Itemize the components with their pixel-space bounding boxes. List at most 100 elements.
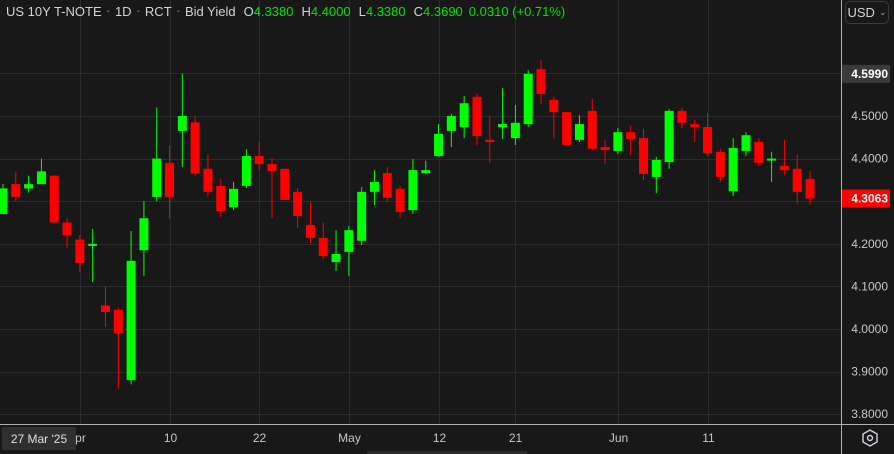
candle-body <box>24 184 34 189</box>
candle <box>241 149 251 188</box>
candle-body <box>472 96 482 137</box>
last-price-label: 4.3063 <box>851 192 888 206</box>
candle <box>36 158 46 185</box>
settings-hexagon-icon[interactable] <box>860 428 880 448</box>
price-tick-label: 4.0000 <box>851 322 888 336</box>
price-tick-label: 3.9000 <box>851 365 888 379</box>
candle <box>498 87 508 140</box>
candle-body <box>805 179 815 199</box>
candle <box>805 170 815 206</box>
candle <box>113 307 123 389</box>
candle-body <box>703 127 713 154</box>
candle <box>741 132 751 157</box>
candle-body <box>369 182 379 192</box>
price-tick-label: 3.8000 <box>851 407 888 421</box>
candle <box>88 228 98 283</box>
candle-body <box>446 116 456 131</box>
candle-body <box>395 188 405 212</box>
time-tick-label: 10 <box>164 431 178 445</box>
candle <box>165 145 175 219</box>
candle-body <box>216 185 226 211</box>
candle <box>177 73 187 168</box>
price-tick-label: 4.5000 <box>851 109 888 123</box>
candle <box>779 139 789 175</box>
candle-body <box>190 122 200 174</box>
candle <box>318 222 328 260</box>
symbol-name: US 10Y T-NOTE <box>6 4 102 19</box>
candle-body <box>229 188 239 208</box>
candle-body <box>88 243 98 246</box>
price-tick-label: 4.1000 <box>851 279 888 293</box>
candle-body <box>715 151 725 177</box>
candle <box>344 225 354 277</box>
open-label: O <box>243 4 254 19</box>
candle <box>75 235 85 272</box>
time-tick-label: May <box>338 431 361 445</box>
candle <box>395 185 405 218</box>
candle-body <box>49 175 59 223</box>
high-label: H <box>301 4 311 19</box>
candle <box>651 156 661 194</box>
candle <box>280 168 290 200</box>
candle <box>100 286 110 327</box>
candle <box>792 155 802 205</box>
candle-body <box>203 168 213 192</box>
candle-body <box>536 69 546 94</box>
candle <box>190 116 200 176</box>
candle-body <box>331 254 341 263</box>
candle-body <box>152 158 162 197</box>
candlestick-chart[interactable]: 4.5000 4.4000 4.2000 4.1000 4.0000 3.9000 3.80… <box>0 0 894 454</box>
candle-body <box>600 147 610 151</box>
price-tick-label: 4.2000 <box>851 237 888 251</box>
close-value: 4.3690 <box>423 4 463 19</box>
candle-body <box>280 168 290 200</box>
candle <box>216 179 226 217</box>
source: RCT <box>144 4 172 19</box>
time-tick-label: 22 <box>253 431 267 445</box>
candle <box>24 175 34 193</box>
candle <box>369 170 379 206</box>
candle-body <box>62 222 72 236</box>
candle <box>459 95 469 139</box>
high-price-label: 4.5990 <box>851 67 888 81</box>
candle-body <box>165 162 175 197</box>
candle <box>62 218 72 249</box>
currency-button[interactable]: USD ⌄ <box>845 1 889 24</box>
symbol-legend: US 10Y T-NOTE - 1D - RCT - Bid Yield O 4.… <box>6 4 565 19</box>
candle-body <box>293 191 303 217</box>
candle-body <box>177 116 187 131</box>
candle <box>677 107 687 128</box>
candle <box>203 154 213 197</box>
candle <box>382 167 392 203</box>
time-tick-label: pr <box>75 431 86 445</box>
candle-body <box>485 139 495 142</box>
candle-body <box>421 170 431 174</box>
price-type: Bid Yield <box>184 4 236 19</box>
candle <box>549 96 559 139</box>
candle-body <box>728 147 738 191</box>
candle-body <box>459 103 469 128</box>
high-value: 4.4000 <box>310 4 351 19</box>
candle <box>639 128 648 180</box>
candle-body <box>587 110 597 149</box>
time-tick-label: Jun <box>609 431 628 445</box>
candle-body <box>664 110 674 163</box>
candle-body <box>113 309 123 334</box>
candle <box>331 230 341 272</box>
time-axis[interactable]: pr 10 22 May 12 21 Jun 11 <box>75 431 715 445</box>
candle <box>485 116 495 163</box>
candle-body <box>241 156 251 186</box>
candle <box>510 104 520 145</box>
price-axis[interactable]: 4.5000 4.4000 4.2000 4.1000 4.0000 3.9000 3.80… <box>842 64 890 421</box>
candle-body <box>741 135 751 151</box>
open-value: 4.3380 <box>253 4 294 19</box>
candle-body <box>779 165 789 171</box>
separator: - <box>106 6 110 17</box>
candle-body <box>574 124 584 140</box>
candle <box>421 160 431 174</box>
currency-label: USD <box>847 5 875 20</box>
candle <box>472 93 482 145</box>
interval[interactable]: 1D <box>115 4 132 19</box>
candle-body <box>754 141 764 163</box>
candle <box>152 107 162 202</box>
